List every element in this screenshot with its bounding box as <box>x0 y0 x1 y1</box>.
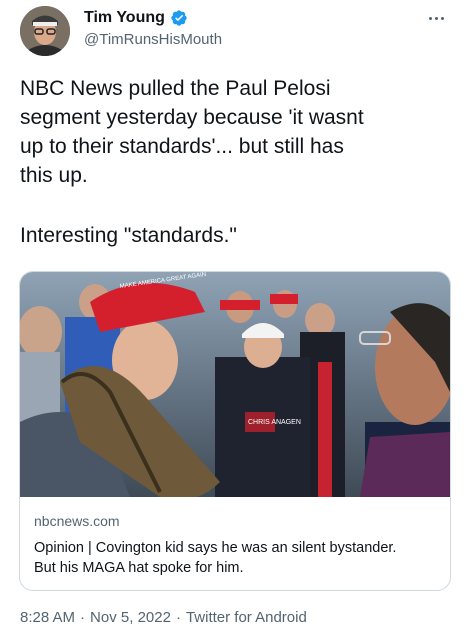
tweet-paragraph: Interesting "standards." <box>20 224 237 247</box>
display-name-text[interactable]: Tim Young <box>84 9 165 27</box>
card-title-line: Opinion | Covington kid says he was an s… <box>34 540 397 556</box>
verified-badge-icon <box>170 9 188 27</box>
tweet-time[interactable]: 8:28 AM <box>20 609 75 626</box>
card-image[interactable]: CHRIS ANAGEN MAKE AMERICA GREAT AGAIN <box>20 272 450 497</box>
more-dot <box>428 16 432 20</box>
card-title-line: But his MAGA hat spoke for him. <box>34 560 244 576</box>
more-dot <box>434 16 438 20</box>
meta-separator: · <box>80 609 86 626</box>
tweet-date[interactable]: Nov 5, 2022 <box>90 609 171 626</box>
tweet-header: Tim Young @TimRunsHisMouth <box>20 6 450 58</box>
shirt-text: CHRIS ANAGEN <box>248 419 301 426</box>
link-card[interactable]: CHRIS ANAGEN MAKE AMERICA GREAT AGAIN nb… <box>19 271 451 591</box>
tweet-source[interactable]: Twitter for Android <box>186 609 307 626</box>
card-domain[interactable]: nbcnews.com <box>34 513 120 529</box>
author-display-name[interactable]: Tim Young <box>84 9 188 27</box>
card-title[interactable]: Opinion | Covington kid says he was an s… <box>34 538 442 578</box>
author-handle[interactable]: @TimRunsHisMouth <box>84 31 222 48</box>
more-options-icon[interactable] <box>424 10 448 26</box>
avatar[interactable] <box>20 6 70 56</box>
meta-separator: · <box>175 609 181 626</box>
tweet-meta: 8:28 AM · Nov 5, 2022 · Twitter for Andr… <box>20 609 307 626</box>
tweet-text: NBC News pulled the Paul Pelosi segment … <box>20 74 450 250</box>
more-dot <box>440 16 444 20</box>
tweet-paragraph: NBC News pulled the Paul Pelosi segment … <box>20 77 364 187</box>
